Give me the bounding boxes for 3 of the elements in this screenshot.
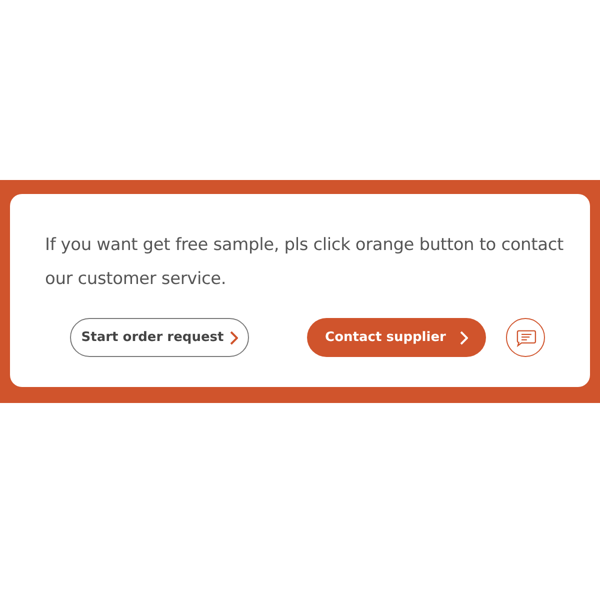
- order-request-button[interactable]: Start order request: [70, 318, 249, 357]
- message-text: If you want get free sample, pls click orange button to contact our customer service.: [45, 234, 564, 291]
- contact-supplier-button[interactable]: Contact supplier: [307, 318, 486, 357]
